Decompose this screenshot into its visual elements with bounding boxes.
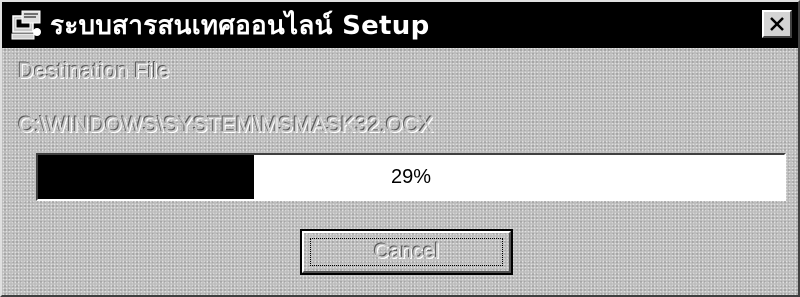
cancel-button[interactable]: Cancel bbox=[300, 229, 513, 275]
close-button[interactable] bbox=[762, 10, 792, 38]
title-bar[interactable]: ระบบสารสนเทศออนไลน์ Setup bbox=[2, 2, 798, 48]
destination-file-path: C:\WINDOWS\SYSTEM\MSMASK32.OCX bbox=[18, 112, 434, 137]
close-icon bbox=[770, 17, 784, 31]
setup-dialog: ระบบสารสนเทศออนไลน์ Setup Destination Fi… bbox=[0, 0, 800, 297]
focus-rectangle: Cancel bbox=[310, 238, 503, 266]
progress-percent: 29% bbox=[390, 165, 432, 188]
cancel-button-label: Cancel bbox=[373, 239, 440, 263]
window-title: ระบบสารสนเทศออนไลน์ Setup bbox=[50, 10, 430, 41]
setup-installer-icon bbox=[11, 10, 41, 40]
destination-file-label: Destination File bbox=[18, 58, 170, 83]
progress-bar: 29% bbox=[36, 153, 786, 201]
